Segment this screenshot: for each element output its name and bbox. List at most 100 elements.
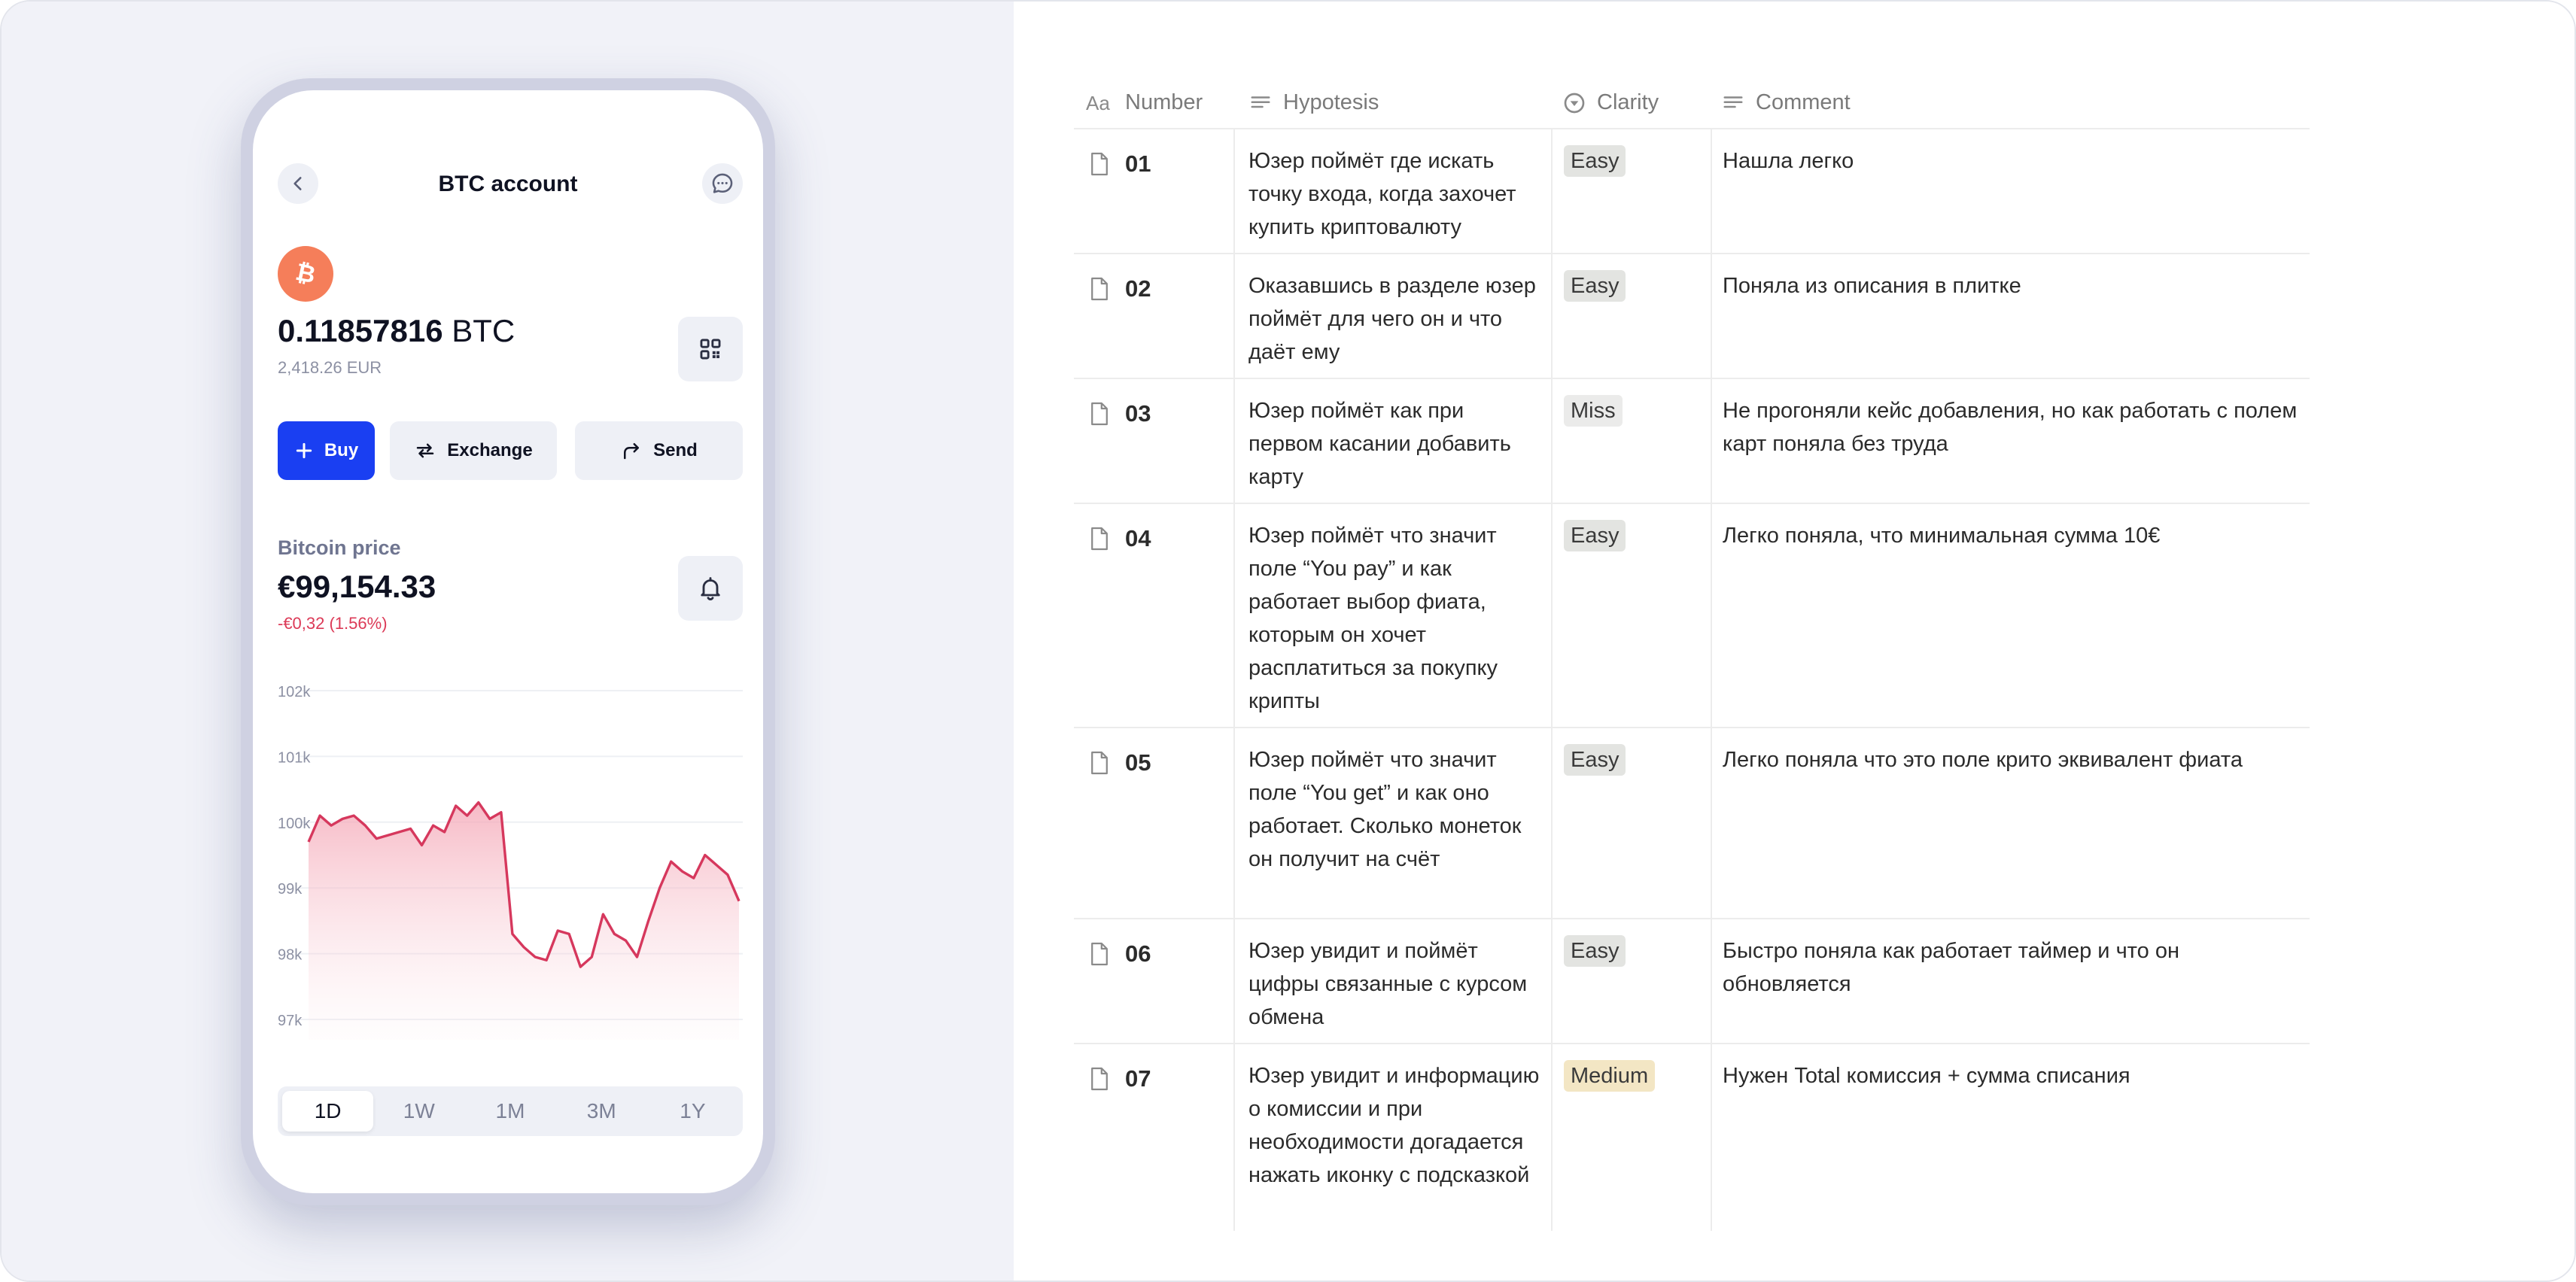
header-comment[interactable]: Comment bbox=[1721, 90, 1851, 115]
column-divider bbox=[1233, 919, 1235, 1043]
header-comment-label: Comment bbox=[1756, 90, 1851, 114]
cell-number[interactable]: 05 bbox=[1089, 746, 1151, 779]
y-tick-label: 100k bbox=[278, 816, 311, 832]
header-hypothesis-label: Hypotesis bbox=[1283, 90, 1379, 114]
column-divider bbox=[1551, 129, 1553, 253]
cell-comment: Легко поняла что это поле крито эквивале… bbox=[1723, 748, 2243, 772]
row-number: 02 bbox=[1125, 275, 1151, 302]
clarity-tag: Miss bbox=[1564, 395, 1623, 427]
cell-comment: Легко поняла, что минимальная сумма 10€ bbox=[1723, 524, 2161, 548]
page-icon bbox=[1091, 1067, 1108, 1091]
cell-number[interactable]: 04 bbox=[1089, 522, 1151, 555]
cell-hypothesis: Юзер поймёт как при первом касании добав… bbox=[1248, 399, 1511, 489]
tab-1w[interactable]: 1W bbox=[373, 1091, 464, 1132]
cell-clarity: Easy bbox=[1564, 144, 1626, 178]
table-row[interactable]: 07 Юзер увидит и информацию о комиссии и … bbox=[1074, 1044, 2310, 1231]
column-divider bbox=[1711, 129, 1712, 253]
cell-number[interactable]: 03 bbox=[1089, 397, 1151, 430]
y-tick-label: 102k bbox=[278, 684, 311, 700]
table-row[interactable]: 02 Оказавшись в разделе юзер поймёт для ч… bbox=[1074, 254, 2310, 379]
column-divider bbox=[1711, 379, 1712, 503]
column-divider bbox=[1551, 379, 1553, 503]
column-divider bbox=[1233, 254, 1235, 378]
column-divider bbox=[1711, 919, 1712, 1043]
column-divider bbox=[1711, 254, 1712, 378]
cell-number[interactable]: 06 bbox=[1089, 937, 1151, 971]
cell-hypothesis: Юзер поймёт где искать точку входа, когд… bbox=[1248, 149, 1516, 239]
cell-comment: Поняла из описания в плитке bbox=[1723, 274, 2021, 298]
table-row[interactable]: 04 Юзер поймёт что значит поле “You pay” … bbox=[1074, 504, 2310, 728]
cell-hypothesis: Оказавшись в разделе юзер поймёт для чег… bbox=[1248, 274, 1536, 364]
cell-clarity: Miss bbox=[1564, 394, 1623, 427]
table-body: 01 Юзер поймёт где искать точку входа, ко… bbox=[1074, 129, 2310, 1231]
column-divider bbox=[1233, 728, 1235, 918]
cell-comment: Не прогоняли кейс добавления, но как раб… bbox=[1723, 399, 2298, 456]
row-number: 05 bbox=[1125, 749, 1151, 776]
canvas: BTC account ₿ 0.11857816 BTC 2,418.26 EU… bbox=[0, 0, 2576, 1282]
price-chart: 102k 101k 100k 99k 98k 97k bbox=[278, 684, 743, 1040]
cell-number[interactable]: 02 bbox=[1089, 272, 1151, 305]
column-divider bbox=[1551, 919, 1553, 1043]
row-number: 03 bbox=[1125, 400, 1151, 427]
y-tick-label: 98k bbox=[278, 947, 303, 964]
tab-1m[interactable]: 1M bbox=[464, 1091, 555, 1132]
cell-clarity: Easy bbox=[1564, 269, 1626, 302]
cell-comment: Нашла легко bbox=[1723, 149, 1854, 173]
header-hypothesis[interactable]: Hypotesis bbox=[1248, 90, 1379, 115]
header-clarity[interactable]: Clarity bbox=[1562, 90, 1659, 115]
cell-number[interactable]: 01 bbox=[1089, 147, 1151, 181]
cell-clarity: Easy bbox=[1564, 519, 1626, 552]
column-divider bbox=[1233, 129, 1235, 253]
clarity-tag: Easy bbox=[1564, 935, 1626, 967]
left-pane: BTC account ₿ 0.11857816 BTC 2,418.26 EU… bbox=[2, 2, 1014, 1280]
select-property-icon bbox=[1564, 93, 1585, 113]
row-number: 07 bbox=[1125, 1065, 1151, 1092]
column-divider bbox=[1551, 504, 1553, 727]
text-property-icon bbox=[1723, 96, 1743, 108]
y-tick-label: 97k bbox=[278, 1013, 303, 1029]
phone-screen: BTC account ₿ 0.11857816 BTC 2,418.26 EU… bbox=[253, 90, 763, 1193]
clarity-tag: Easy bbox=[1564, 744, 1626, 776]
tab-1d[interactable]: 1D bbox=[282, 1091, 374, 1132]
cell-number[interactable]: 07 bbox=[1089, 1062, 1151, 1095]
page-icon bbox=[1091, 152, 1108, 176]
title-property-icon: Aa bbox=[1086, 92, 1110, 114]
page-icon bbox=[1091, 402, 1108, 426]
text-property-icon bbox=[1251, 96, 1270, 108]
tab-1y[interactable]: 1Y bbox=[647, 1091, 738, 1132]
clarity-tag: Medium bbox=[1564, 1060, 1656, 1092]
page-icon bbox=[1091, 277, 1108, 301]
y-tick-label: 101k bbox=[278, 749, 311, 766]
column-divider bbox=[1711, 728, 1712, 918]
header-number[interactable]: Aa Number bbox=[1086, 90, 1203, 115]
clarity-tag: Easy bbox=[1564, 520, 1626, 551]
clarity-tag: Easy bbox=[1564, 270, 1626, 302]
cell-clarity: Easy bbox=[1564, 743, 1626, 776]
header-number-label: Number bbox=[1125, 90, 1203, 114]
table-row[interactable]: 03 Юзер поймёт как при первом касании доб… bbox=[1074, 379, 2310, 504]
column-divider bbox=[1711, 1044, 1712, 1231]
svg-text:Aa: Aa bbox=[1086, 92, 1110, 114]
table-header: Aa Number Hypotesis Clarity Comment bbox=[1074, 77, 2310, 129]
table-row[interactable]: 05 Юзер поймёт что значит поле “You get” … bbox=[1074, 728, 2310, 919]
cell-hypothesis: Юзер увидит и поймёт цифры связанные с к… bbox=[1248, 939, 1528, 1029]
column-divider bbox=[1233, 1044, 1235, 1231]
page-icon bbox=[1091, 751, 1108, 775]
tab-3m[interactable]: 3M bbox=[556, 1091, 647, 1132]
cell-clarity: Medium bbox=[1564, 1059, 1656, 1092]
header-clarity-label: Clarity bbox=[1597, 90, 1659, 114]
cell-hypothesis: Юзер увидит и информацию о комиссии и пр… bbox=[1248, 1064, 1540, 1187]
column-divider bbox=[1551, 1044, 1553, 1231]
timeframe-tabs: 1D 1W 1M 3M 1Y bbox=[278, 1086, 743, 1136]
page-icon bbox=[1091, 527, 1108, 551]
table-row[interactable]: 06 Юзер увидит и поймёт цифры связанные с… bbox=[1074, 919, 2310, 1044]
column-divider bbox=[1551, 254, 1553, 378]
y-tick-label: 99k bbox=[278, 881, 303, 898]
chart-area bbox=[309, 802, 739, 1040]
column-divider bbox=[1551, 728, 1553, 918]
column-divider bbox=[1233, 379, 1235, 503]
table-row[interactable]: 01 Юзер поймёт где искать точку входа, ко… bbox=[1074, 129, 2310, 254]
cell-comment: Нужен Total комиссия + сумма списания bbox=[1723, 1064, 2130, 1088]
cell-hypothesis: Юзер поймёт что значит поле “You get” и … bbox=[1248, 748, 1522, 871]
column-divider bbox=[1233, 504, 1235, 727]
